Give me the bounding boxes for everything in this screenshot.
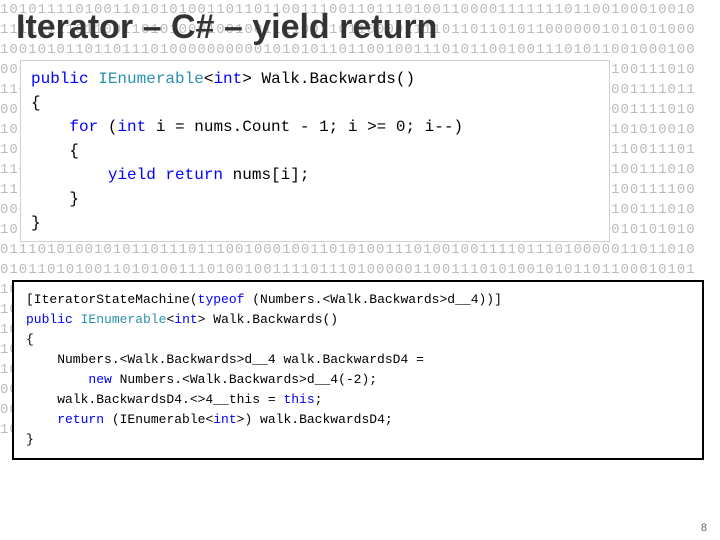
code-text: ( bbox=[98, 118, 117, 136]
keyword: int bbox=[117, 118, 146, 136]
keyword: new bbox=[88, 372, 111, 387]
page-number: 8 bbox=[698, 522, 710, 534]
keyword: public bbox=[31, 70, 89, 88]
brace: } bbox=[26, 432, 34, 447]
brace: } bbox=[31, 190, 79, 208]
keyword: this bbox=[283, 392, 314, 407]
keyword: for bbox=[69, 118, 98, 136]
keyword: yield return bbox=[108, 166, 223, 184]
keyword: public bbox=[26, 312, 73, 327]
code-text: i = nums.Count - 1; i >= 0; i--) bbox=[146, 118, 463, 136]
keyword: int bbox=[174, 312, 197, 327]
method-name: Walk.Backwards() bbox=[213, 312, 338, 327]
brace: { bbox=[31, 142, 79, 160]
code-text: Numbers.<Walk.Backwards>d__4 walk.Backwa… bbox=[26, 352, 424, 367]
type: IEnumerable bbox=[81, 312, 167, 327]
code-text: Numbers.<Walk.Backwards>d__4(-2); bbox=[112, 372, 377, 387]
brace: { bbox=[26, 332, 34, 347]
code-text: ; bbox=[315, 392, 323, 407]
code-text: walk.BackwardsD4.<>4__this = bbox=[26, 392, 283, 407]
code-text: nums[i]; bbox=[223, 166, 309, 184]
attribute: [IteratorStateMachine(typeof (Numbers.<W… bbox=[26, 292, 502, 307]
code-panel-decompiled: [IteratorStateMachine(typeof (Numbers.<W… bbox=[12, 280, 704, 460]
method-name: Walk.Backwards() bbox=[261, 70, 415, 88]
keyword: int bbox=[213, 70, 242, 88]
code-panel-source: public IEnumerable<int> Walk.Backwards()… bbox=[20, 60, 610, 242]
code-text: >) walk.BackwardsD4; bbox=[237, 412, 393, 427]
slide-title: Iterator – C# – yield return bbox=[16, 8, 437, 47]
type: IEnumerable bbox=[98, 70, 204, 88]
code-text: (IEnumerable< bbox=[104, 412, 213, 427]
keyword: int bbox=[213, 412, 236, 427]
brace: { bbox=[31, 94, 41, 112]
keyword: return bbox=[57, 412, 104, 427]
brace: } bbox=[31, 214, 41, 232]
